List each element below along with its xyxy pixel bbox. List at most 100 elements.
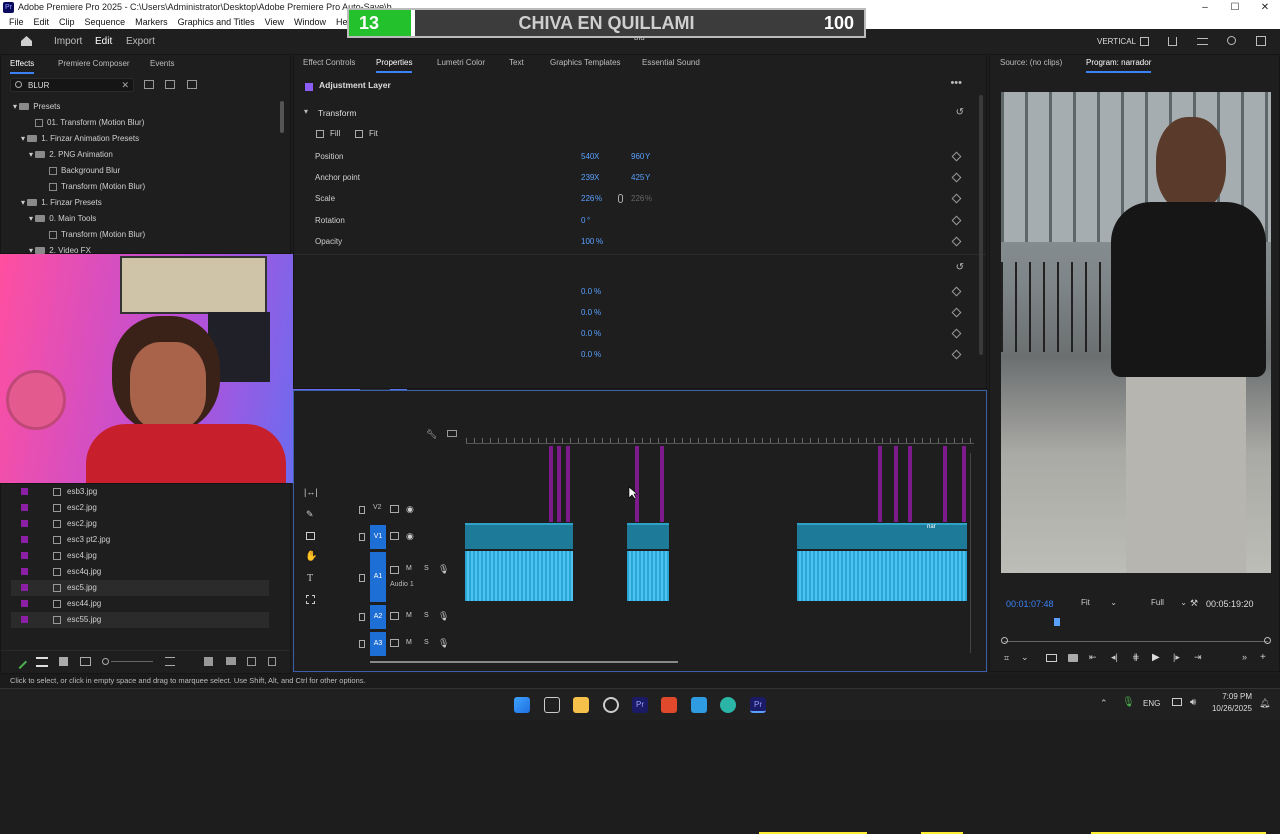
tab-graphics-templates[interactable]: Graphics Templates (550, 55, 621, 71)
properties-scrollbar[interactable] (979, 95, 983, 355)
menu-lines-icon[interactable] (1197, 38, 1208, 45)
keyframe-icon[interactable] (951, 236, 962, 247)
eye-icon[interactable]: ◉ (406, 531, 414, 542)
settings-menu-icon[interactable]: ⌗ (1004, 653, 1009, 664)
list-item[interactable]: esc2.jpg (11, 516, 269, 532)
audio-clip[interactable] (627, 551, 669, 601)
property-value[interactable]: 226 (581, 188, 594, 209)
property-value[interactable]: 0.0 (581, 344, 592, 365)
automate-icon[interactable] (204, 657, 213, 666)
adjustment-clip[interactable] (962, 446, 966, 522)
clock-date[interactable]: 10/26/2025 (1204, 704, 1252, 713)
nav-edit[interactable]: Edit (95, 29, 112, 54)
adjustment-clip[interactable] (549, 446, 553, 522)
clock-time[interactable]: 7:09 PM (1212, 692, 1252, 701)
tab-events[interactable]: Events (150, 56, 174, 72)
panel-layout-icon[interactable] (1140, 37, 1149, 46)
add-button-icon[interactable]: + (1260, 652, 1266, 663)
property-value[interactable]: 425 (631, 167, 644, 188)
menu-view[interactable]: View (260, 15, 289, 29)
type-tool-icon[interactable]: T (307, 573, 313, 584)
menu-graphics[interactable]: Graphics and Titles (173, 15, 260, 29)
fill-button[interactable]: Fill (330, 129, 340, 138)
settings-wrench-icon[interactable]: ⚒︎ (1190, 598, 1198, 609)
tree-item-preset[interactable]: Transform (Motion Blur) (1, 179, 276, 195)
tray-chevron-icon[interactable]: ⌃ (1100, 698, 1108, 709)
tree-item-preset[interactable]: Transform (Motion Blur) (1, 227, 276, 243)
mute-button[interactable]: M (406, 639, 412, 646)
adjustment-clip[interactable] (878, 446, 882, 522)
notes-icon[interactable] (691, 697, 707, 713)
tree-item-folder[interactable]: ▾ 0. Main Tools (1, 211, 276, 227)
language-indicator[interactable]: ENG (1143, 699, 1160, 708)
sort-icon[interactable] (165, 657, 175, 666)
new-bin-icon[interactable] (226, 657, 236, 665)
list-item[interactable]: esc4.jpg (11, 548, 269, 564)
property-value[interactable]: 100 (581, 231, 594, 252)
keyframe-icon[interactable] (951, 172, 962, 183)
list-item[interactable]: esc2.jpg (11, 500, 269, 516)
generative-tool-icon[interactable] (306, 595, 315, 604)
zoom-slider-handle[interactable] (102, 658, 109, 665)
link-icon[interactable] (618, 194, 623, 203)
mute-button[interactable]: M (406, 612, 412, 619)
tree-item-preset[interactable]: Background Blur (1, 163, 276, 179)
close-button[interactable]: ✕ (1250, 0, 1280, 15)
adjustment-clip[interactable] (635, 446, 639, 522)
brave-icon[interactable] (661, 697, 677, 713)
ripple-tool-icon[interactable]: |↔| (304, 487, 318, 497)
zoom-slider-track[interactable] (111, 661, 153, 662)
snap-icon[interactable]: ⋕ (1132, 652, 1140, 663)
audio-clip[interactable] (465, 551, 573, 601)
tree-item-folder[interactable]: ▾ 2. PNG Animation (1, 147, 276, 163)
tab-text[interactable]: Text (509, 55, 524, 71)
solo-button[interactable]: S (424, 612, 429, 619)
menu-clip[interactable]: Clip (54, 15, 80, 29)
playhead-scrubber[interactable] (1004, 641, 1268, 642)
more-options-icon[interactable]: ••• (950, 77, 962, 89)
keyframe-icon[interactable] (951, 215, 962, 226)
property-value[interactable]: 239 (581, 167, 594, 188)
step-forward-icon[interactable]: |▸ (1173, 652, 1180, 663)
icon-view-icon[interactable] (59, 657, 68, 666)
fill-icon[interactable] (316, 130, 324, 138)
lock-icon[interactable] (359, 574, 365, 582)
property-value[interactable]: 0.0 (581, 302, 592, 323)
effects-scrollbar[interactable] (280, 101, 284, 133)
step-back-icon[interactable]: ◂| (1111, 652, 1118, 663)
adjustment-clip[interactable] (908, 446, 912, 522)
obs-icon[interactable] (603, 697, 619, 713)
tab-program[interactable]: Program: narrador (1086, 55, 1152, 73)
fit-button[interactable]: Fit (369, 129, 378, 138)
adjustment-clip[interactable] (557, 446, 561, 522)
video-clip[interactable] (627, 523, 669, 549)
tree-item-folder[interactable]: ▾ 1. Finzar Presets (1, 195, 276, 211)
timeline-vertical-scrollbar[interactable] (970, 453, 976, 653)
file-explorer-icon[interactable] (573, 697, 589, 713)
list-item[interactable]: esb3.jpg (11, 484, 269, 500)
tree-item-folder[interactable]: ▾ Presets (1, 99, 276, 115)
32bit-filter-icon[interactable] (165, 80, 175, 89)
play-button[interactable]: ▶ (1152, 652, 1160, 663)
fullscreen-icon[interactable] (1256, 36, 1266, 46)
share-icon[interactable] (1168, 37, 1177, 46)
nav-import[interactable]: Import (54, 29, 82, 54)
tab-effect-controls[interactable]: Effect Controls (303, 55, 355, 71)
lock-icon[interactable] (359, 613, 365, 621)
lock-icon[interactable] (359, 533, 365, 541)
keyframe-icon[interactable] (951, 286, 962, 297)
track-name[interactable]: V1 (370, 525, 386, 549)
timeline-horizontal-scrollbar[interactable] (370, 661, 678, 663)
effects-search-input[interactable]: BLUR (28, 79, 49, 92)
pen-tool-icon[interactable]: ✎ (306, 509, 314, 520)
adjustment-clip[interactable] (894, 446, 898, 522)
microphone-icon[interactable]: 🎙︎ (438, 611, 449, 622)
home-icon[interactable] (20, 35, 33, 47)
search-icon[interactable] (1227, 36, 1236, 45)
tree-item-preset[interactable]: 01. Transform (Motion Blur) (1, 115, 276, 131)
eye-icon[interactable]: ◉ (406, 504, 414, 515)
volume-icon[interactable]: 🔊︎ (1190, 697, 1196, 708)
sync-lock-icon[interactable] (390, 612, 399, 620)
property-value[interactable]: 540 (581, 146, 594, 167)
premiere-active-icon[interactable]: Pr (750, 697, 766, 713)
